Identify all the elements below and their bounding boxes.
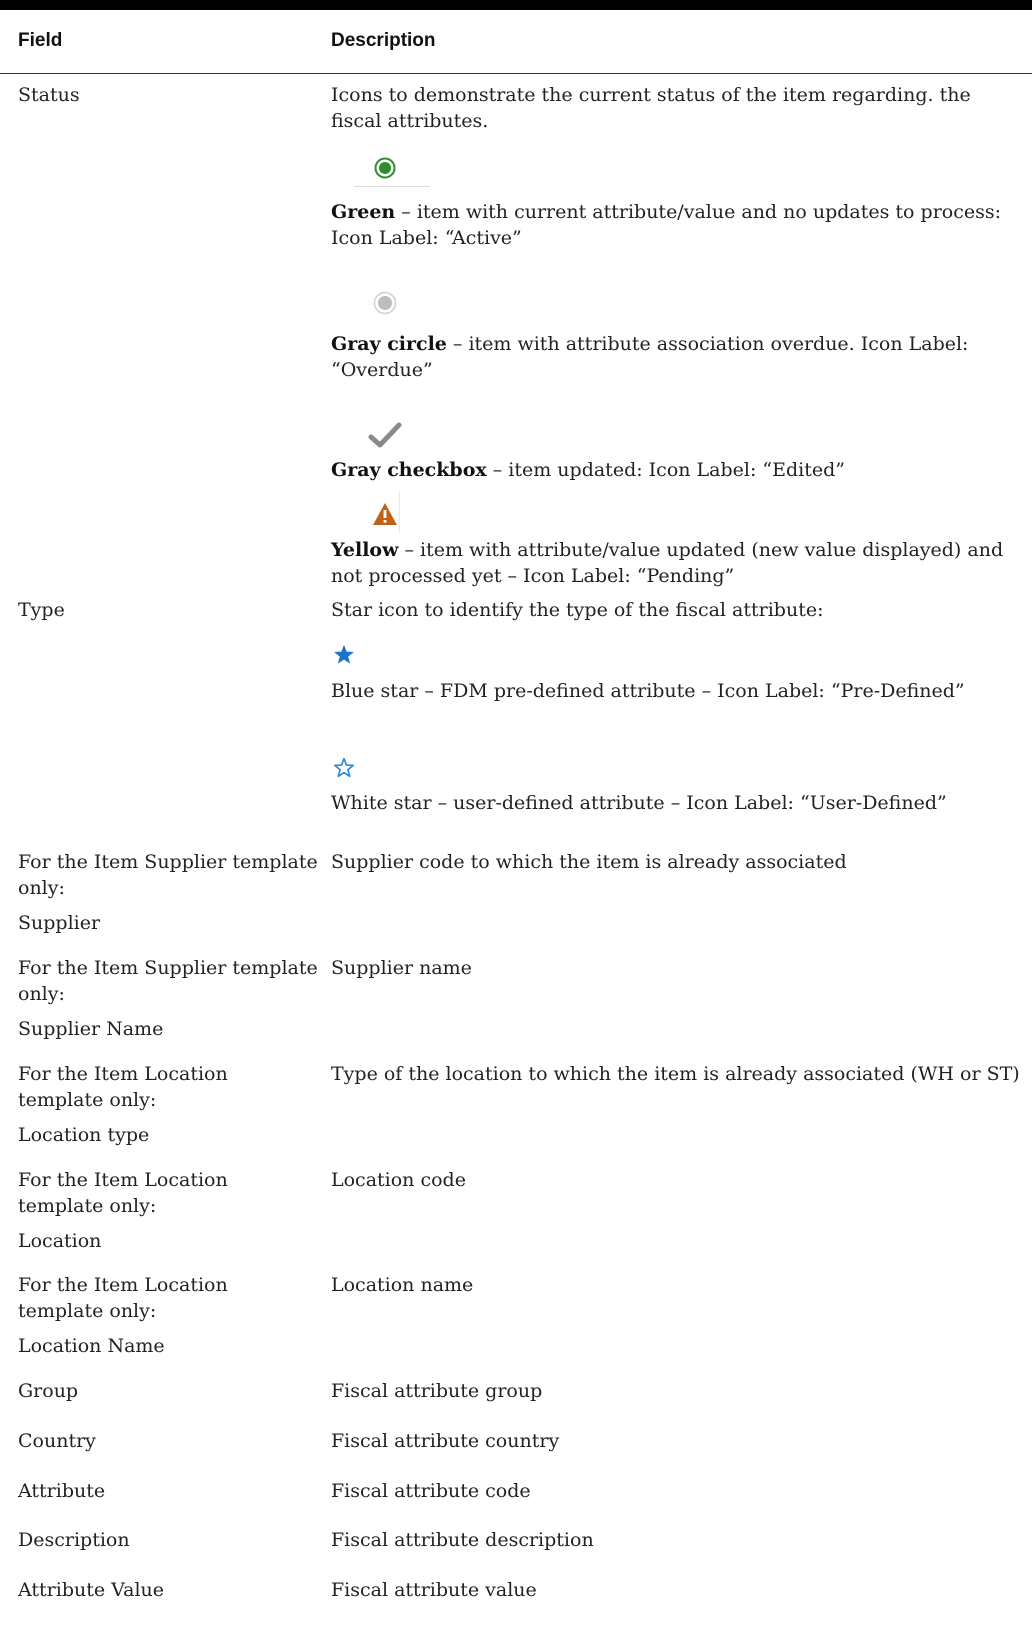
type-field-cell: Type xyxy=(18,597,318,623)
warning-icon xyxy=(373,503,397,525)
status-green-description: Green – item with current attribute/valu… xyxy=(331,199,1021,251)
field-label: Supplier xyxy=(18,912,101,934)
group-field-cell: Group xyxy=(18,1378,318,1404)
status-gray-circle-description: Gray circle – item with attribute associ… xyxy=(331,331,1021,383)
country-description-cell: Fiscal attribute country xyxy=(331,1428,1021,1454)
field-label: Supplier Name xyxy=(18,1018,164,1040)
gray-check-text: – item updated: Icon Label: “Edited” xyxy=(486,459,845,481)
location-type-description-cell: Type of the location to which the item i… xyxy=(331,1061,1021,1087)
location-field-cell: For the Item Location template only: Loc… xyxy=(18,1167,318,1254)
gray-check-label: Gray checkbox xyxy=(331,459,487,481)
field-description: Supplier code to which the item is alrea… xyxy=(331,851,847,873)
attribute-value-field-cell: Attribute Value xyxy=(18,1577,318,1603)
yellow-text: – item with attribute/value updated (new… xyxy=(331,539,1004,587)
status-intro: Icons to demonstrate the current status … xyxy=(331,82,1021,134)
field-description: Fiscal attribute group xyxy=(331,1380,543,1402)
gray-circle-icon xyxy=(373,291,397,315)
group-description-cell: Fiscal attribute group xyxy=(331,1378,1021,1404)
location-type-field-cell: For the Item Location template only: Loc… xyxy=(18,1061,318,1148)
location-description-cell: Location code xyxy=(331,1167,1021,1193)
type-intro-text: Star icon to identify the type of the fi… xyxy=(331,599,824,621)
top-border xyxy=(0,0,1032,10)
field-description: Fiscal attribute code xyxy=(331,1480,531,1502)
type-field-label: Type xyxy=(18,599,65,621)
field-label: Attribute Value xyxy=(18,1579,164,1601)
status-intro-text: Icons to demonstrate the current status … xyxy=(331,84,971,132)
status-field-label: Status xyxy=(18,84,80,106)
blue-star-text: Blue star – FDM pre-defined attribute – … xyxy=(331,680,965,702)
field-description: Fiscal attribute description xyxy=(331,1529,594,1551)
status-yellow-description: Yellow – item with attribute/value updat… xyxy=(331,537,1021,589)
field-label: Description xyxy=(18,1529,130,1551)
description-description-cell: Fiscal attribute description xyxy=(331,1527,1021,1553)
icon-divider xyxy=(354,186,430,187)
attribute-value-description-cell: Fiscal attribute value xyxy=(331,1577,1021,1603)
table-header: Field Description xyxy=(0,10,1032,74)
field-column-header: Field xyxy=(18,30,63,51)
field-label: Country xyxy=(18,1430,96,1452)
field-note: For the Item Supplier template only: xyxy=(18,851,318,899)
supplier-name-field-cell: For the Item Supplier template only: Sup… xyxy=(18,955,318,1042)
field-description: Supplier name xyxy=(331,957,472,979)
green-circle-icon xyxy=(374,157,396,179)
icon-divider-vertical xyxy=(399,492,400,532)
field-note: For the Item Supplier template only: xyxy=(18,957,318,1005)
description-field-cell: Description xyxy=(18,1527,318,1553)
blue-star-description: Blue star – FDM pre-defined attribute – … xyxy=(331,678,1021,704)
status-gray-check-description: Gray checkbox – item updated: Icon Label… xyxy=(331,457,1021,483)
field-label: Location xyxy=(18,1230,102,1252)
field-note: For the Item Location template only: xyxy=(18,1169,228,1217)
checkmark-icon xyxy=(368,422,402,448)
description-column-header: Description xyxy=(331,30,436,51)
field-label: Group xyxy=(18,1380,79,1402)
field-description: Location name xyxy=(331,1274,474,1296)
field-label: Location Name xyxy=(18,1335,165,1357)
location-name-description-cell: Location name xyxy=(331,1272,1021,1298)
white-star-text: White star – user-defined attribute – Ic… xyxy=(331,792,947,814)
yellow-label: Yellow xyxy=(331,539,399,561)
attribute-field-cell: Attribute xyxy=(18,1478,318,1504)
supplier-description-cell: Supplier code to which the item is alrea… xyxy=(331,849,1021,875)
green-label: Green xyxy=(331,201,396,223)
blue-star-icon xyxy=(334,644,354,664)
country-field-cell: Country xyxy=(18,1428,318,1454)
field-description: Location code xyxy=(331,1169,466,1191)
field-note: For the Item Location template only: xyxy=(18,1063,228,1111)
white-star-description: White star – user-defined attribute – Ic… xyxy=(331,790,1021,816)
supplier-name-description-cell: Supplier name xyxy=(331,955,1021,981)
status-field-cell: Status xyxy=(18,82,318,108)
field-description: Fiscal attribute country xyxy=(331,1430,560,1452)
field-description: Fiscal attribute value xyxy=(331,1579,537,1601)
supplier-field-cell: For the Item Supplier template only: Sup… xyxy=(18,849,318,936)
location-name-field-cell: For the Item Location template only: Loc… xyxy=(18,1272,318,1359)
attribute-description-cell: Fiscal attribute code xyxy=(331,1478,1021,1504)
field-label: Attribute xyxy=(18,1480,106,1502)
field-description: Type of the location to which the item i… xyxy=(331,1063,1020,1085)
gray-circle-label: Gray circle xyxy=(331,333,447,355)
green-text: – item with current attribute/value and … xyxy=(331,201,1001,249)
field-note: For the Item Location template only: xyxy=(18,1274,228,1322)
white-star-icon xyxy=(333,757,355,778)
field-label: Location type xyxy=(18,1124,150,1146)
type-intro: Star icon to identify the type of the fi… xyxy=(331,597,1021,623)
